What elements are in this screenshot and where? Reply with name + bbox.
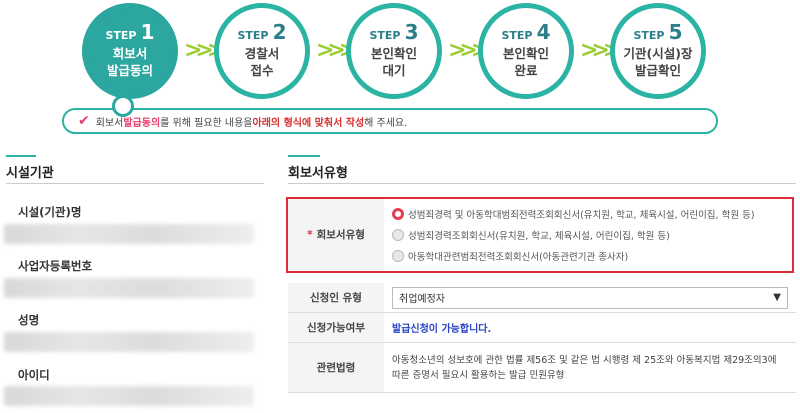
step-name: 본인확인 xyxy=(502,46,549,61)
option-label: 성범죄경력 및 아동학대범죄전력조회회신서(유치원, 학교, 체육시설, 어린이… xyxy=(408,209,755,221)
notice-highlight: 발급동의 xyxy=(123,117,161,129)
availability-label: 신청가능여부 xyxy=(288,313,384,342)
option-label: 성범죄경력조회회신서(유치원, 학교, 체육시설, 어린이집, 학원 등) xyxy=(408,230,670,242)
step-name: 완료 xyxy=(514,63,538,78)
person-name-label: 성명 xyxy=(18,313,40,327)
step-number: 5 xyxy=(668,20,683,44)
notice-banner: ✔ 회보서 발급동의 를 위해 필요한 내용을 아래의 형식에 맞춰서 작성 해 주… xyxy=(62,108,718,134)
step-name: 접수 xyxy=(250,63,274,78)
availability-row: 신청가능여부 발급신청이 가능합니다. xyxy=(288,313,796,343)
report-section-title: 회보서유형 xyxy=(288,166,348,181)
notice-text: 를 위해 필요한 내용을 xyxy=(160,117,253,129)
step-name: 경찰서 xyxy=(244,46,280,61)
related-law-text: 아동청소년의 성보호에 관한 법률 제56조 및 같은 법 시행령 제 25조와… xyxy=(392,354,777,366)
user-id-value-redacted xyxy=(4,386,254,406)
report-type-option-3[interactable]: 아동학대관련범죄전력조회회신서(아동관련기관 종사자) xyxy=(392,245,788,266)
step-1: STEP 1 회보서 발급동의 xyxy=(82,3,178,99)
applicant-type-value: 취업예정자 xyxy=(399,294,445,305)
applicant-type-row: 신청인 유형 취업예정자 ▼ xyxy=(288,283,796,313)
radio-unselected-icon[interactable] xyxy=(392,228,404,241)
related-law-row: 관련법령 아동청소년의 성보호에 관한 법률 제56조 및 같은 법 시행령 제… xyxy=(288,343,796,393)
availability-value: 발급신청이 가능합니다. xyxy=(392,324,492,335)
radio-unselected-icon[interactable] xyxy=(392,249,404,262)
step-4: STEP 4 본인확인 완료 xyxy=(478,3,574,99)
report-type-option-2[interactable]: 성범죄경력조회회신서(유치원, 학교, 체육시설, 어린이집, 학원 등) xyxy=(392,224,788,245)
report-type-option-1[interactable]: 성범죄경력 및 아동학대범죄전력조회회신서(유치원, 학교, 체육시설, 어린이… xyxy=(392,203,788,224)
step-number: 3 xyxy=(404,20,419,44)
step-name: 본인확인 xyxy=(370,46,417,61)
step-name: 회보서 xyxy=(112,46,148,61)
related-law-label: 관련법령 xyxy=(288,343,384,392)
step-3: STEP 3 본인확인 대기 xyxy=(346,3,442,99)
step-word: STEP xyxy=(501,29,533,42)
section-accent xyxy=(6,155,36,157)
business-number-label: 사업자등록번호 xyxy=(18,259,93,273)
active-step-pointer xyxy=(112,95,134,117)
step-number: 2 xyxy=(272,20,287,44)
checkmark-icon: ✔ xyxy=(78,113,90,129)
step-name: 기관(시설)장 xyxy=(623,46,693,61)
required-mark: * xyxy=(307,228,313,241)
radio-selected-icon[interactable] xyxy=(392,207,404,220)
facility-name-value-redacted xyxy=(4,224,254,244)
step-name: 발급동의 xyxy=(106,63,153,78)
notice-text: 해 주세요. xyxy=(364,117,408,129)
report-type-label: 회보서유형 xyxy=(316,229,365,241)
person-name-value-redacted xyxy=(4,332,254,352)
dropdown-arrow-icon: ▼ xyxy=(773,292,781,303)
step-word: STEP xyxy=(369,29,401,42)
section-accent xyxy=(288,155,320,157)
divider xyxy=(6,183,264,184)
option-label: 아동학대관련범죄전력조회회신서(아동관련기관 종사자) xyxy=(408,251,629,263)
related-law-text: 따른 증명서 필요시 활용하는 발급 민원유형 xyxy=(392,369,565,381)
applicant-type-label: 신청인 유형 xyxy=(288,283,384,312)
step-progress: STEP 1 회보서 발급동의 >>> STEP 2 경찰서 접수 >>> ST… xyxy=(0,0,800,110)
step-5: STEP 5 기관(시설)장 발급확인 xyxy=(610,3,706,99)
notice-highlight: 아래의 형식에 맞춰서 작성 xyxy=(252,117,365,129)
step-word: STEP xyxy=(105,29,137,42)
step-name: 발급확인 xyxy=(634,63,681,78)
step-number: 4 xyxy=(536,20,551,44)
business-number-value-redacted xyxy=(4,278,254,298)
facility-name-label: 시설(기관)명 xyxy=(18,205,82,219)
step-2: STEP 2 경찰서 접수 xyxy=(214,3,310,99)
applicant-type-select[interactable]: 취업예정자 ▼ xyxy=(392,286,788,309)
facility-section-title: 시설기관 xyxy=(6,166,54,181)
report-type-row: * 회보서유형 성범죄경력 및 아동학대범죄전력조회회신서(유치원, 학교, 체육… xyxy=(288,197,796,273)
user-id-label: 아이디 xyxy=(18,368,50,382)
step-number: 1 xyxy=(140,20,155,44)
step-word: STEP xyxy=(633,29,665,42)
step-word: STEP xyxy=(237,29,269,42)
step-name: 대기 xyxy=(382,63,406,78)
divider xyxy=(288,183,796,184)
